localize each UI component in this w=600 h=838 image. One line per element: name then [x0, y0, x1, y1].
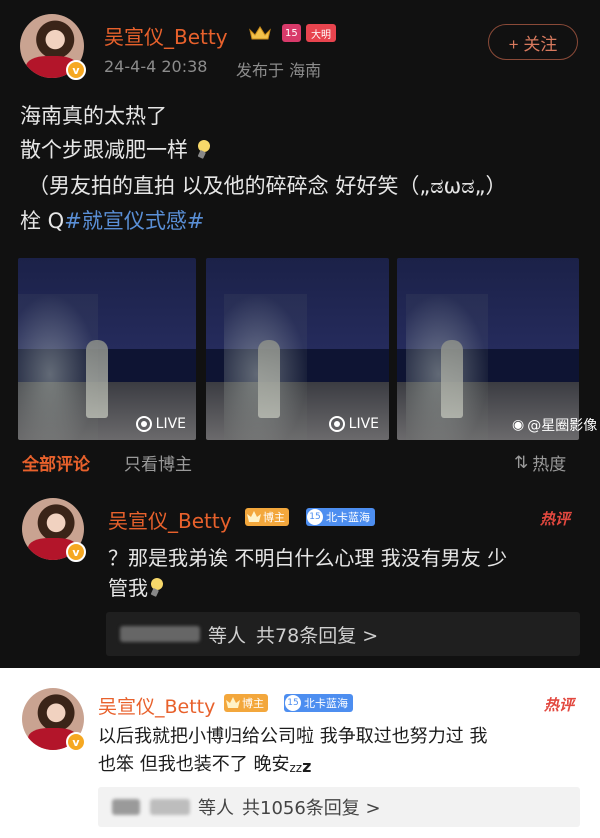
comment-text-line-1: 以后我就把小博归给公司啦 我争取过也努力过 我 — [98, 726, 488, 747]
lightbulb-icon — [150, 578, 163, 597]
fan-tag: 15 北卡蓝海 — [306, 508, 375, 526]
lightbulb-icon — [197, 140, 210, 159]
comment-author-name[interactable]: 吴宣仪_Betty — [108, 505, 232, 534]
tab-all-comments[interactable]: 全部评论 — [22, 450, 90, 475]
sort-button[interactable]: ⇅ 热度 — [514, 450, 566, 476]
post-text-line-1: 海南真的太热了 — [20, 104, 167, 128]
comment-avatar[interactable]: v — [22, 498, 86, 562]
verified-icon: v — [66, 732, 86, 752]
comment-text-line-2: 管我 — [108, 572, 164, 601]
reply-summary[interactable]: 等人 共1056条回复 > — [98, 787, 580, 827]
fan-tag: 15 北卡蓝海 — [284, 694, 353, 712]
live-indicator: LIVE — [328, 416, 379, 432]
crown-icon — [247, 511, 261, 522]
live-indicator: LIVE — [135, 416, 186, 432]
verified-icon: v — [66, 60, 86, 80]
live-icon — [328, 416, 345, 432]
reply-count-link[interactable]: 共78条回复 > — [256, 621, 378, 648]
weibo-icon: ◉ — [512, 417, 525, 433]
post-text-line-4: 栓 Q#就宣仪式感# — [20, 209, 205, 233]
post-location: 发布于 海南 — [236, 61, 322, 80]
post-photo-1[interactable]: LIVE — [18, 258, 196, 440]
reply-summary[interactable]: 等人 共78条回复 > — [106, 612, 580, 656]
post-photo-2[interactable]: LIVE — [206, 258, 389, 440]
author-tag: 博主 — [224, 694, 268, 712]
tab-author-only[interactable]: 只看博主 — [124, 450, 192, 475]
vip-level-icon: 15 — [282, 24, 301, 42]
reply-count-link[interactable]: 共1056条回复 > — [242, 794, 381, 820]
level-badge: 大明 — [306, 24, 336, 42]
hot-comment-badge: 热评 — [540, 510, 571, 528]
crown-icon — [226, 697, 240, 708]
post-text-line-3: （男友拍的直拍 以及他的碎碎念 好好笑（„ಡωಡ„） — [28, 174, 507, 198]
author-avatar[interactable]: v — [20, 14, 86, 80]
comment-author-name[interactable]: 吴宣仪_Betty — [98, 692, 215, 719]
verified-icon: v — [66, 542, 86, 562]
sort-icon: ⇅ — [514, 452, 529, 473]
watermark: ◉ @星圈影像 — [512, 417, 598, 434]
live-icon — [135, 416, 152, 432]
hot-comment-badge: 热评 — [544, 696, 575, 714]
author-tag: 博主 — [245, 508, 289, 526]
sleep-zzz-icon: zzz — [289, 757, 312, 776]
post-photo-3[interactable] — [397, 258, 579, 440]
post-text-line-2: 散个步跟减肥一样 — [20, 134, 211, 164]
blurred-usernames — [150, 799, 190, 815]
post-author-name[interactable]: 吴宣仪_Betty — [104, 21, 228, 50]
hashtag-link[interactable]: #就宣仪式感# — [64, 209, 204, 233]
comment-text-line-1: ？那是我弟诶 不明白什么心理 我没有男友 少 — [108, 546, 508, 570]
post-date: 24-4-4 20:38 — [104, 57, 208, 76]
blurred-usernames — [120, 626, 200, 642]
crown-icon — [249, 26, 271, 40]
blurred-usernames — [112, 799, 140, 815]
comment-avatar[interactable]: v — [22, 688, 86, 752]
follow-button[interactable]: + 关注 — [488, 24, 578, 60]
comment-text-line-2: 也笨 但我也装不了 晚安zzz — [98, 754, 312, 776]
